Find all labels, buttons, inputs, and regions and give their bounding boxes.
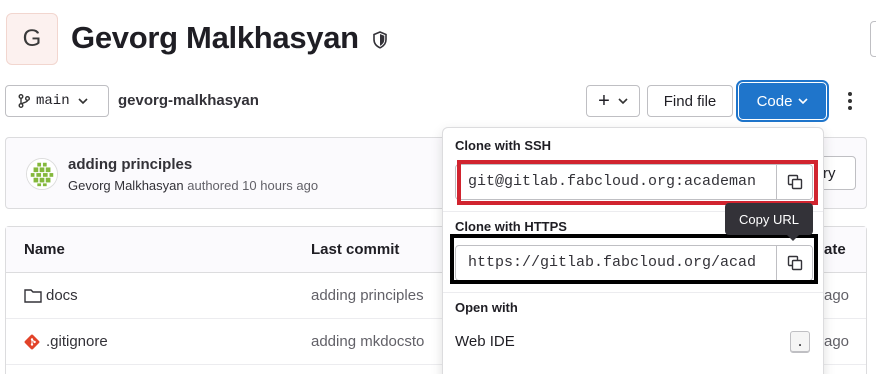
header-action-button[interactable] bbox=[870, 21, 876, 57]
copy-icon bbox=[787, 174, 802, 190]
web-ide-shortcut: . bbox=[790, 331, 810, 353]
commit-time: authored 10 hours ago bbox=[187, 178, 319, 193]
https-url-group: https://gitlab.fabcloud.org/acad bbox=[455, 245, 813, 281]
file-name[interactable]: docs bbox=[46, 287, 78, 304]
file-time: ago bbox=[824, 333, 850, 350]
open-with-label: Open with bbox=[455, 300, 518, 315]
project-avatar: G bbox=[6, 13, 58, 65]
git-file-icon bbox=[24, 334, 40, 350]
divider bbox=[443, 292, 823, 293]
add-button[interactable]: + bbox=[586, 85, 640, 117]
commit-meta: Gevorg Malkhasyan authored 10 hours ago bbox=[68, 178, 318, 193]
copy-icon bbox=[787, 255, 802, 271]
plus-icon: + bbox=[598, 89, 610, 112]
copy-url-tooltip: Copy URL bbox=[725, 203, 813, 241]
file-commit[interactable]: adding principles bbox=[311, 287, 424, 304]
branch-icon bbox=[18, 94, 30, 108]
ssh-url-input[interactable]: git@gitlab.fabcloud.org:academan bbox=[456, 165, 778, 199]
project-title: Gevorg Malkhasyan bbox=[71, 20, 359, 55]
code-button-label: Code bbox=[756, 92, 793, 110]
branch-selector[interactable]: main bbox=[5, 85, 109, 117]
file-time: ago bbox=[824, 287, 850, 304]
clone-https-label: Clone with HTTPS bbox=[455, 219, 567, 234]
column-last-commit: Last commit bbox=[311, 241, 400, 258]
https-url-input[interactable]: https://gitlab.fabcloud.org/acad bbox=[456, 246, 778, 280]
clone-ssh-label: Clone with SSH bbox=[455, 138, 552, 153]
shield-icon bbox=[373, 31, 387, 49]
folder-icon bbox=[24, 289, 42, 303]
web-ide-item[interactable]: Web IDE bbox=[455, 333, 515, 350]
commit-title[interactable]: adding principles bbox=[68, 156, 192, 173]
more-actions-icon[interactable] bbox=[840, 88, 860, 114]
author-avatar bbox=[26, 158, 58, 190]
branch-name: main bbox=[36, 93, 70, 109]
chevron-down-icon bbox=[78, 98, 88, 105]
copy-https-url-button[interactable] bbox=[776, 246, 812, 280]
commit-author[interactable]: Gevorg Malkhasyan bbox=[68, 178, 184, 193]
file-commit[interactable]: adding mkdocsto bbox=[311, 333, 424, 350]
file-name[interactable]: .gitignore bbox=[46, 333, 108, 350]
code-button[interactable]: Code bbox=[739, 83, 826, 119]
clone-dropdown: Clone with SSH git@gitlab.fabcloud.org:a… bbox=[442, 127, 824, 374]
chevron-down-icon bbox=[798, 98, 808, 105]
find-file-button[interactable]: Find file bbox=[647, 85, 733, 117]
column-last-update: ate bbox=[824, 241, 846, 258]
column-name: Name bbox=[24, 241, 65, 258]
ssh-url-group: git@gitlab.fabcloud.org:academan bbox=[455, 164, 813, 200]
chevron-down-icon bbox=[618, 98, 628, 105]
copy-ssh-url-button[interactable] bbox=[776, 165, 812, 199]
repository-path[interactable]: gevorg-malkhasyan bbox=[118, 92, 259, 109]
